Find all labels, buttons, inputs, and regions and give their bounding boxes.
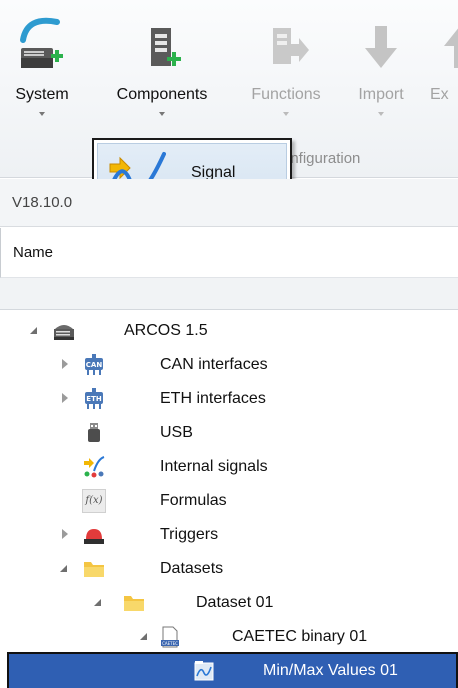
svg-text:CAN: CAN: [86, 361, 103, 369]
export-icon: [444, 28, 458, 68]
tree-row-label: Min/Max Values 01: [263, 662, 398, 679]
import-label: Import: [358, 86, 404, 103]
functions-button[interactable]: Functions: [240, 0, 332, 130]
chevron-down-icon: [283, 112, 289, 116]
tree-row-minmax-values-01[interactable]: Min/Max Values 01: [7, 652, 458, 688]
tree-row-triggers[interactable]: Triggers: [0, 518, 458, 552]
export-button[interactable]: Ex: [430, 0, 458, 130]
binary-file-icon-text: CAETEC: [162, 641, 178, 646]
tree-row-label: Datasets: [160, 560, 224, 577]
components-button[interactable]: Components: [104, 0, 220, 130]
tree-row-label: Dataset 01: [196, 594, 274, 611]
expander-expanded-icon[interactable]: [140, 631, 150, 641]
binary-file-icon: CAETEC: [161, 626, 179, 648]
system-button[interactable]: System: [10, 0, 74, 130]
tree-row-arcos[interactable]: ARCOS 1.5: [0, 314, 458, 348]
eth-interface-icon: ETH: [85, 388, 103, 409]
folder-icon: [124, 596, 144, 611]
tree-row-label: USB: [160, 424, 193, 441]
tree-row-datasets[interactable]: Datasets: [0, 552, 458, 586]
components-label: Components: [116, 86, 208, 103]
functions-label: Functions: [251, 86, 321, 103]
tree-row-label: CAN interfaces: [160, 356, 268, 373]
chevron-down-icon: [159, 112, 165, 116]
trigger-icon: [84, 529, 104, 544]
tree-row-label: Internal signals: [160, 458, 268, 475]
column-header: Name: [0, 228, 458, 278]
functions-icon: [273, 28, 309, 64]
expander-collapsed-icon[interactable]: [60, 359, 70, 369]
folder-icon: [84, 562, 104, 577]
tree-row-label: CAETEC binary 01: [232, 628, 368, 645]
tree-row-label: Triggers: [160, 526, 219, 543]
chevron-down-icon: [378, 112, 384, 116]
tree-row-label: ARCOS 1.5: [124, 322, 208, 339]
tree-row-internal-signals[interactable]: Internal signals: [0, 450, 458, 484]
component-tree: ARCOS 1.5 CAN CAN interfaces ETH ETH int…: [0, 312, 458, 688]
tree-row-can-interfaces[interactable]: CAN CAN interfaces: [0, 348, 458, 382]
system-add-icon: [20, 17, 63, 68]
tree-row-label: ETH interfaces: [160, 390, 266, 407]
expander-collapsed-icon[interactable]: [60, 529, 70, 539]
device-icon: [54, 325, 74, 340]
system-label: System: [15, 86, 69, 103]
import-arrow-icon: [365, 26, 397, 68]
expander-expanded-icon[interactable]: [94, 597, 104, 607]
filter-row[interactable]: [0, 278, 458, 310]
tree-row-eth-interfaces[interactable]: ETH ETH interfaces: [0, 382, 458, 416]
formula-icon: f(x): [82, 489, 106, 513]
import-button[interactable]: Import: [346, 0, 416, 130]
chevron-down-icon: [39, 112, 45, 116]
tree-row-dataset-01[interactable]: Dataset 01: [0, 586, 458, 620]
version-label: V18.10.0: [12, 194, 73, 211]
tree-row-label: Formulas: [160, 492, 227, 509]
column-header-name[interactable]: Name: [13, 244, 53, 261]
svg-text:ETH: ETH: [86, 395, 102, 403]
internal-signals-icon: [84, 456, 105, 478]
expander-expanded-icon[interactable]: [30, 325, 40, 335]
ribbon-group-label: onfiguration: [282, 150, 361, 167]
tree-row-formulas[interactable]: f(x) Formulas: [0, 484, 458, 518]
usb-icon: [88, 423, 100, 442]
version-bar: V18.10.0: [0, 179, 458, 227]
tree-row-usb[interactable]: USB: [0, 416, 458, 450]
expander-expanded-icon[interactable]: [60, 563, 70, 573]
minmax-values-icon: [194, 661, 214, 681]
can-interface-icon: CAN: [85, 354, 103, 375]
tree-row-caetec-binary-01[interactable]: CAETEC CAETEC binary 01: [0, 620, 458, 654]
components-add-icon: [151, 28, 181, 66]
export-label: Ex: [430, 86, 449, 103]
expander-collapsed-icon[interactable]: [60, 393, 70, 403]
